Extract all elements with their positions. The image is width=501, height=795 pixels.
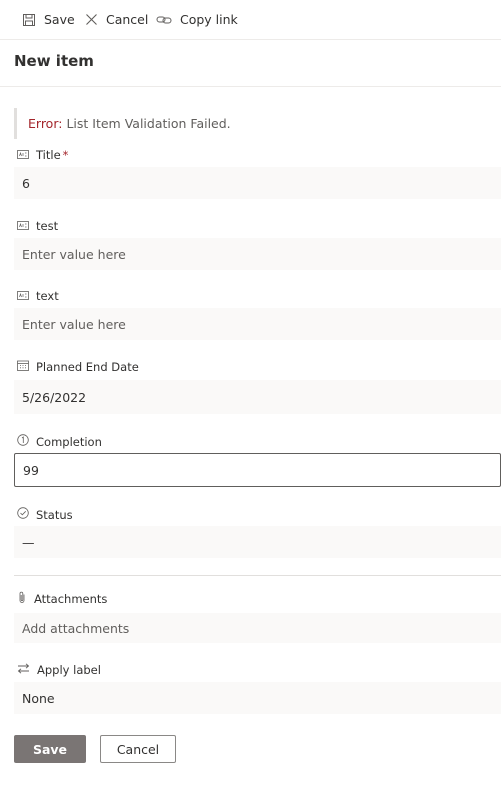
- status-label: Status: [17, 507, 73, 522]
- swap-arrows-icon: [17, 663, 30, 677]
- attachments-label-text: Attachments: [34, 592, 108, 606]
- error-label: Error:: [28, 116, 63, 131]
- text-field-label: text: [17, 289, 59, 303]
- toolbar-copy-link-button[interactable]: Copy link: [156, 0, 238, 39]
- title-field-label: Title *: [17, 148, 68, 162]
- test-label-text: test: [36, 219, 59, 233]
- apply-label-input[interactable]: None: [14, 682, 501, 714]
- section-divider: [14, 575, 501, 576]
- add-attachments-input[interactable]: Add attachments: [14, 613, 501, 643]
- close-icon: [85, 13, 98, 26]
- toolbar-copy-link-label: Copy link: [180, 12, 238, 27]
- text-input[interactable]: Enter value here: [14, 308, 501, 340]
- required-marker: *: [62, 148, 69, 162]
- apply-label-label-text: Apply label: [37, 663, 101, 677]
- attachments-label: Attachments: [17, 591, 107, 607]
- page-title: New item: [14, 52, 94, 70]
- error-text: List Item Validation Failed.: [66, 116, 231, 131]
- test-field-label: test: [17, 219, 58, 233]
- completion-label: Completion: [17, 434, 102, 449]
- text-field-icon: [17, 289, 29, 303]
- toolbar-save-label: Save: [44, 12, 75, 27]
- title-label-text: Title: [36, 148, 61, 162]
- text-field-icon: [17, 219, 29, 233]
- check-circle-icon: [17, 507, 29, 522]
- command-bar: Save Cancel Copy link: [0, 0, 501, 40]
- calendar-icon: [17, 360, 29, 374]
- planned-end-date-input[interactable]: 5/26/2022: [14, 380, 501, 414]
- completion-label-text: Completion: [36, 434, 102, 449]
- text-label-text: text: [36, 289, 59, 303]
- status-label-text: Status: [36, 507, 73, 522]
- save-icon: [22, 13, 36, 27]
- paperclip-icon: [17, 591, 27, 607]
- title-divider: [0, 86, 501, 87]
- completion-input[interactable]: 99: [14, 453, 501, 487]
- planned-end-date-label: Planned End Date: [17, 360, 139, 374]
- status-input[interactable]: —: [14, 526, 501, 558]
- apply-label-label: Apply label: [17, 663, 101, 677]
- number-icon: [17, 434, 29, 449]
- toolbar-cancel-button[interactable]: Cancel: [85, 0, 148, 39]
- test-input[interactable]: Enter value here: [14, 238, 501, 270]
- text-field-icon: [17, 148, 29, 162]
- planned-end-date-label-text: Planned End Date: [36, 360, 139, 374]
- error-message: Error: List Item Validation Failed.: [14, 108, 501, 139]
- toolbar-cancel-label: Cancel: [106, 12, 149, 27]
- link-icon: [156, 14, 172, 26]
- title-input[interactable]: 6: [14, 167, 501, 199]
- save-button[interactable]: Save: [14, 735, 86, 763]
- cancel-button[interactable]: Cancel: [100, 735, 176, 763]
- toolbar-save-button[interactable]: Save: [22, 0, 75, 39]
